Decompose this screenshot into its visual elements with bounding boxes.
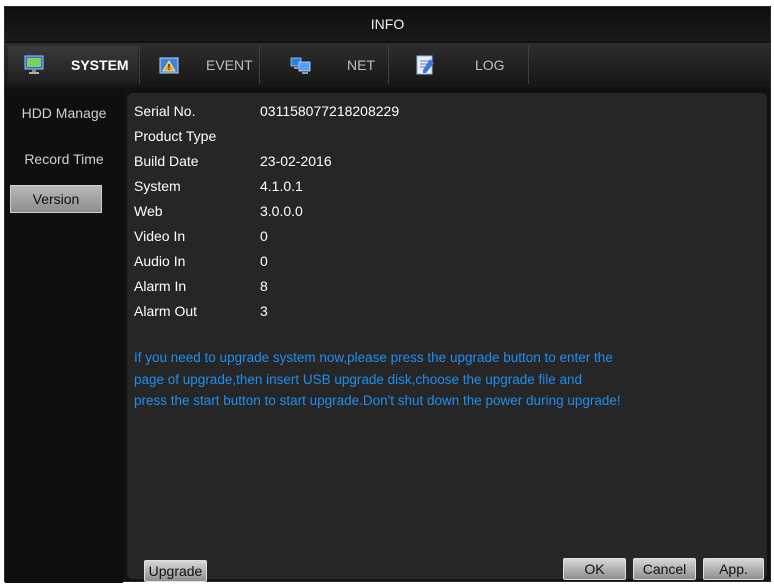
info-value: 4.1.0.1 — [260, 178, 303, 194]
notice-line: If you need to upgrade system now,please… — [134, 350, 613, 365]
info-key: Product Type — [134, 128, 217, 144]
warning-icon — [157, 53, 181, 77]
notice-line: press the start button to start upgrade.… — [134, 393, 621, 408]
info-key: Video In — [134, 228, 186, 244]
info-value: 0 — [260, 253, 268, 269]
notepad-icon — [413, 53, 437, 77]
network-icon — [289, 53, 313, 77]
tab-net[interactable]: NET — [260, 46, 387, 84]
notice-line: page of upgrade,then insert USB upgrade … — [134, 371, 583, 387]
info-value: 031158077218208229 — [260, 103, 400, 119]
info-key: Web — [134, 203, 163, 219]
info-value: 23-02-2016 — [260, 153, 332, 169]
monitor-icon — [22, 53, 46, 77]
info-window: INFO SYSTEM EVENT NET LOG HDD Manage Rec… — [4, 6, 771, 583]
info-value: 0 — [260, 228, 268, 244]
tab-separator — [528, 46, 529, 84]
info-value: 3.0.0.0 — [260, 203, 303, 219]
cancel-button[interactable]: Cancel — [633, 558, 696, 580]
info-row-audio-in: Audio In 0 — [134, 250, 268, 272]
info-row-system: System 4.1.0.1 — [134, 175, 303, 197]
version-panel: Serial No. 031158077218208229 Product Ty… — [127, 93, 767, 582]
sidebar-item-version[interactable]: Version — [10, 185, 102, 213]
info-row-video-in: Video In 0 — [134, 225, 268, 247]
info-key: Serial No. — [134, 103, 196, 119]
sidebar-item-record-time[interactable]: Record Time — [5, 145, 123, 173]
info-value: 8 — [260, 278, 268, 294]
info-key: Audio In — [134, 253, 186, 269]
tab-bar: SYSTEM EVENT NET LOG — [5, 43, 770, 87]
tab-system[interactable]: SYSTEM — [8, 46, 138, 84]
tab-log[interactable]: LOG — [389, 46, 527, 84]
sidebar-item-hdd-manage[interactable]: HDD Manage — [5, 99, 123, 127]
info-key: Alarm Out — [134, 303, 198, 319]
title-bar: INFO — [5, 7, 770, 41]
apply-button[interactable]: App. — [703, 558, 764, 580]
tab-event-label: EVENT — [206, 57, 253, 73]
info-row-alarm-out: Alarm Out 3 — [134, 300, 268, 322]
window-title: INFO — [370, 16, 405, 32]
info-row-serial-no: Serial No. 031158077218208229 — [134, 100, 399, 122]
info-row-product-type: Product Type — [134, 125, 260, 147]
sidebar: HDD Manage Record Time Version — [5, 89, 123, 583]
info-row-web: Web 3.0.0.0 — [134, 200, 303, 222]
info-key: Alarm In — [134, 278, 187, 294]
info-row-build-date: Build Date 23-02-2016 — [134, 150, 332, 172]
upgrade-button[interactable]: Upgrade — [144, 560, 207, 582]
ok-button[interactable]: OK — [563, 558, 626, 580]
info-key: System — [134, 178, 181, 194]
info-value: 3 — [260, 303, 268, 319]
tab-net-label: NET — [347, 57, 375, 73]
info-key: Build Date — [134, 153, 199, 169]
upgrade-notice: If you need to upgrade system now,please… — [134, 347, 714, 412]
tab-system-label: SYSTEM — [71, 57, 129, 73]
tab-log-label: LOG — [475, 57, 505, 73]
tab-event[interactable]: EVENT — [140, 46, 258, 84]
info-row-alarm-in: Alarm In 8 — [134, 275, 268, 297]
